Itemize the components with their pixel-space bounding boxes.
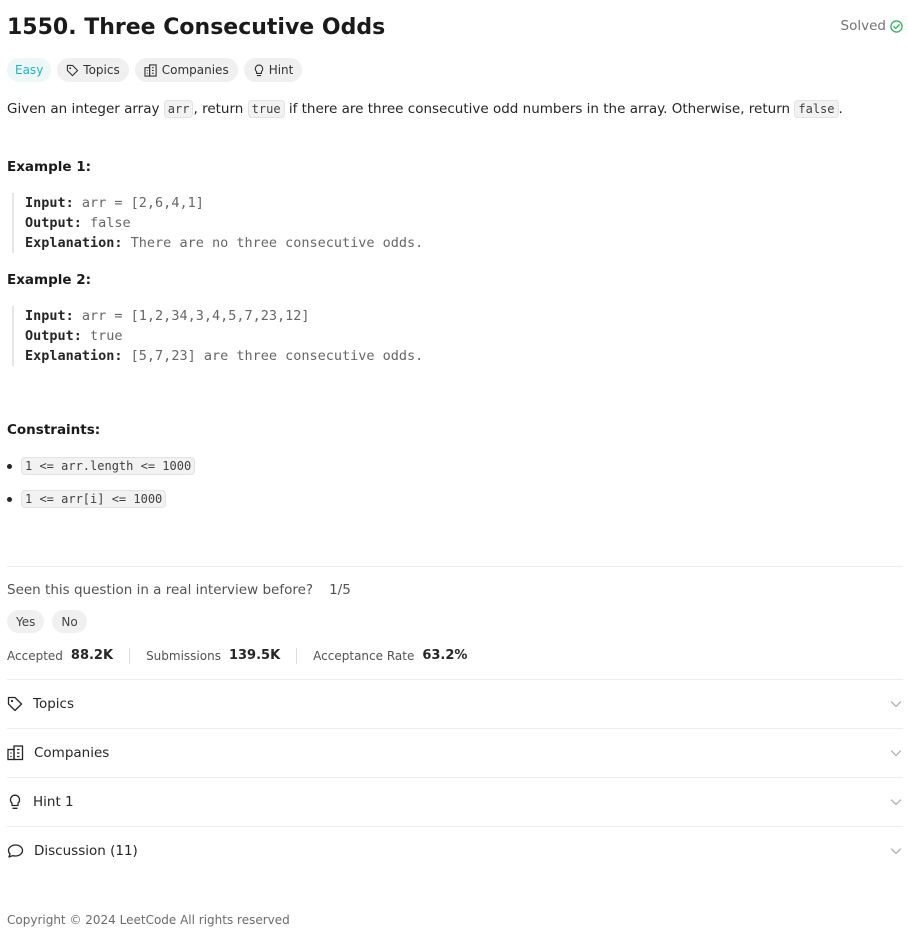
hint-tag-label: Hint	[268, 63, 294, 77]
divider	[7, 566, 903, 567]
interview-ratio: 1/5	[329, 582, 351, 598]
copyright-footer: Copyright © 2024 LeetCode All rights res…	[7, 913, 290, 927]
tag-icon	[7, 696, 23, 712]
inline-code: arr	[163, 100, 194, 118]
chevron-down-icon	[889, 746, 903, 760]
accepted-label: Accepted	[7, 649, 63, 663]
interview-prompt: Seen this question in a real interview b…	[7, 581, 351, 599]
example-output: true	[81, 328, 123, 344]
output-label: Output:	[25, 328, 82, 344]
topics-section-toggle[interactable]: Topics	[7, 680, 903, 728]
bullet-dot	[7, 463, 12, 469]
solved-status: Solved	[841, 17, 903, 35]
lightbulb-icon	[253, 64, 265, 77]
companies-tag-button[interactable]: Companies	[134, 58, 238, 82]
constraint-item: 1 <= arr[i] <= 1000	[7, 490, 167, 508]
problem-description: Given an integer array arr, return true …	[7, 99, 843, 119]
chevron-down-icon	[889, 795, 903, 809]
submissions-label: Submissions	[146, 649, 221, 663]
input-label: Input:	[25, 195, 74, 211]
example-1-block: Input: arr = [2,6,4,1] Output: false Expla…	[12, 193, 423, 253]
hint-tag-button[interactable]: Hint	[243, 58, 303, 82]
input-label: Input:	[25, 308, 74, 324]
interview-question: Seen this question in a real interview b…	[7, 582, 314, 598]
example-2-block: Input: arr = [1,2,34,3,4,5,7,23,12] Outpu…	[12, 306, 423, 366]
constraint-item: 1 <= arr.length <= 1000	[7, 457, 196, 475]
description-text: .	[838, 101, 843, 117]
chat-bubble-icon	[7, 843, 24, 859]
section-label: Discussion (11)	[34, 843, 138, 859]
check-circle-icon	[890, 19, 903, 33]
example-1-heading: Example 1:	[7, 159, 92, 175]
example-input: arr = [2,6,4,1]	[73, 195, 204, 211]
topics-tag-label: Topics	[83, 63, 120, 77]
difficulty-badge: Easy	[7, 58, 52, 82]
section-label: Topics	[33, 696, 74, 712]
stat-separator	[296, 648, 298, 664]
inline-code: true	[247, 100, 285, 118]
example-explanation: There are no three consecutive odds.	[122, 235, 424, 251]
output-label: Output:	[25, 215, 82, 231]
description-text: Given an integer array	[7, 101, 164, 117]
problem-stats: Accepted 88.2K Submissions 139.5K Accept…	[7, 646, 467, 666]
companies-tag-label: Companies	[161, 63, 229, 77]
interview-buttons: Yes No	[7, 610, 87, 633]
explanation-label: Explanation:	[25, 348, 123, 364]
section-label: Hint 1	[33, 794, 74, 810]
constraint-code: 1 <= arr[i] <= 1000	[21, 490, 167, 508]
lightbulb-icon	[7, 794, 23, 810]
tag-icon	[66, 64, 79, 77]
yes-button[interactable]: Yes	[7, 610, 45, 633]
bullet-dot	[7, 496, 12, 502]
problem-title: 1550. Three Consecutive Odds	[7, 15, 386, 40]
chevron-down-icon	[889, 844, 903, 858]
solved-label: Solved	[840, 18, 886, 34]
companies-section-toggle[interactable]: Companies	[7, 729, 903, 777]
discussion-section-toggle[interactable]: Discussion (11)	[7, 827, 903, 875]
description-text: , return	[193, 101, 248, 117]
accepted-value: 88.2K	[70, 648, 114, 663]
constraints-heading: Constraints:	[7, 422, 101, 438]
example-explanation: [5,7,23] are three consecutive odds.	[122, 348, 424, 364]
constraint-code: 1 <= arr.length <= 1000	[21, 457, 196, 475]
stat-separator	[129, 648, 131, 664]
example-2-heading: Example 2:	[7, 272, 92, 288]
topics-tag-button[interactable]: Topics	[57, 58, 129, 82]
no-button[interactable]: No	[52, 610, 87, 633]
section-label: Companies	[34, 745, 110, 761]
example-input: arr = [1,2,34,3,4,5,7,23,12]	[73, 308, 310, 324]
problem-tags: Easy Topics Companies Hint	[7, 58, 303, 82]
chevron-down-icon	[889, 697, 903, 711]
description-text: if there are three consecutive odd numbe…	[284, 101, 795, 117]
hint-section-toggle[interactable]: Hint 1	[7, 778, 903, 826]
building-icon	[144, 63, 158, 77]
acceptance-rate-value: 63.2%	[422, 648, 468, 663]
submissions-value: 139.5K	[228, 648, 281, 663]
explanation-label: Explanation:	[25, 235, 123, 251]
example-output: false	[81, 215, 131, 231]
inline-code: false	[794, 100, 839, 118]
acceptance-rate-label: Acceptance Rate	[313, 649, 415, 663]
building-icon	[7, 745, 24, 761]
